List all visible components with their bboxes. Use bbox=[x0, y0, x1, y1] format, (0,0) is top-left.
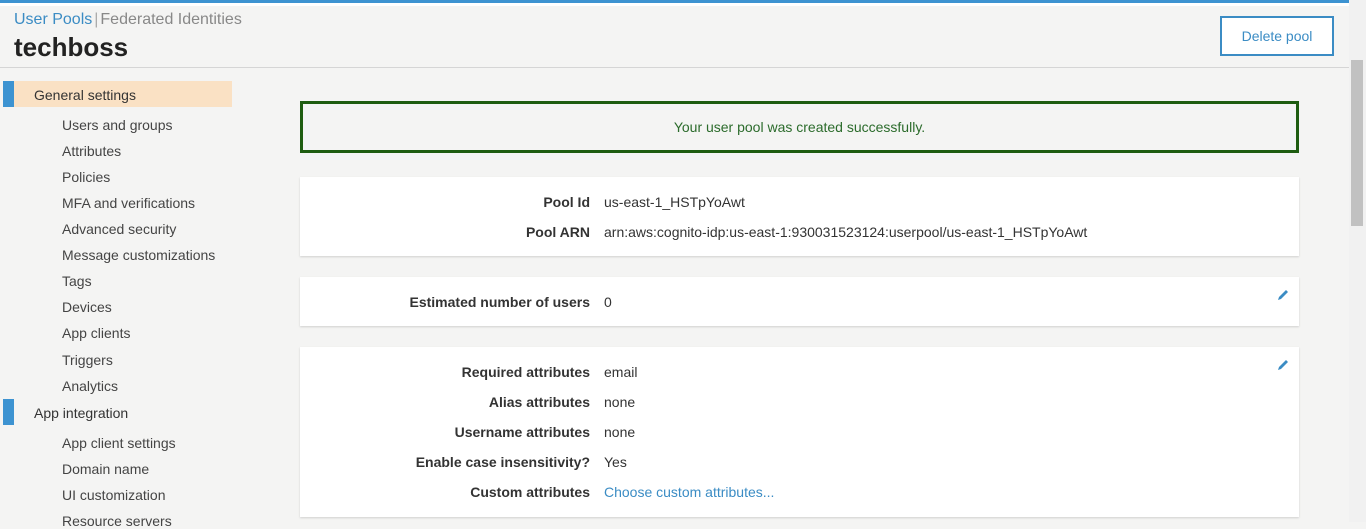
pool-info-card: Pool Id us-east-1_HSTpYoAwt Pool ARN arn… bbox=[300, 177, 1299, 256]
sidebar-item-app-client-settings[interactable]: App client settings bbox=[62, 435, 176, 451]
pool-id-label: Pool Id bbox=[543, 194, 590, 210]
sidebar-item-attributes[interactable]: Attributes bbox=[62, 143, 121, 159]
sidebar-item-policies[interactable]: Policies bbox=[62, 169, 110, 185]
vertical-scrollbar[interactable] bbox=[1349, 0, 1366, 522]
sidebar-item-tags[interactable]: Tags bbox=[62, 273, 92, 289]
pool-arn-label: Pool ARN bbox=[525, 224, 590, 240]
alias-attributes-value: none bbox=[604, 394, 636, 410]
sidebar-item-analytics[interactable]: Analytics bbox=[62, 378, 118, 394]
username-attributes-label: Username attributes bbox=[454, 424, 590, 440]
page-title: techboss bbox=[14, 32, 129, 62]
custom-attributes-label: Custom attributes bbox=[470, 484, 590, 500]
sidebar-item-triggers[interactable]: Triggers bbox=[62, 352, 113, 368]
success-banner: Your user pool was created successfully. bbox=[300, 101, 1299, 153]
username-attributes-value: none bbox=[604, 424, 636, 440]
sidebar-item-mfa-and-verifications[interactable]: MFA and verifications bbox=[62, 195, 195, 211]
sidebar-item-app-clients[interactable]: App clients bbox=[62, 325, 130, 341]
sidebar-section-general-settings[interactable]: General settings bbox=[0, 81, 240, 108]
case-insensitivity-value: Yes bbox=[604, 454, 627, 470]
sidebar-item-resource-servers[interactable]: Resource servers bbox=[62, 513, 172, 529]
scrollbar-thumb[interactable] bbox=[1351, 60, 1363, 226]
breadcrumb-federated-identities[interactable]: Federated Identities bbox=[100, 11, 241, 28]
users-card: Estimated number of users 0 bbox=[300, 277, 1299, 326]
choose-custom-attributes-link[interactable]: Choose custom attributes... bbox=[604, 484, 774, 500]
breadcrumb-user-pools[interactable]: User Pools bbox=[14, 11, 92, 28]
sidebar-item-devices[interactable]: Devices bbox=[62, 299, 112, 315]
sidebar-item-users-and-groups[interactable]: Users and groups bbox=[62, 117, 173, 133]
estimated-users-label: Estimated number of users bbox=[409, 294, 591, 310]
required-attributes-label: Required attributes bbox=[461, 364, 590, 380]
edit-pencil-icon[interactable] bbox=[1276, 288, 1290, 302]
sidebar-item-domain-name[interactable]: Domain name bbox=[62, 461, 149, 477]
sidebar-section-app-integration[interactable]: App integration bbox=[0, 399, 240, 426]
sidebar-item-ui-customization[interactable]: UI customization bbox=[62, 487, 165, 503]
sidebar-item-message-customizations[interactable]: Message customizations bbox=[62, 247, 215, 263]
attributes-card: Required attributes email Alias attribut… bbox=[300, 347, 1299, 517]
estimated-users-value: 0 bbox=[604, 294, 612, 310]
sidebar-item-advanced-security[interactable]: Advanced security bbox=[62, 221, 176, 237]
sidebar-section-label: General settings bbox=[34, 87, 136, 103]
case-insensitivity-label: Enable case insensitivity? bbox=[415, 454, 590, 470]
breadcrumb-separator: | bbox=[94, 11, 99, 28]
alias-attributes-label: Alias attributes bbox=[488, 394, 590, 410]
page-header: User Pools | Federated Identities techboss… bbox=[0, 6, 1349, 68]
pool-id-value: us-east-1_HSTpYoAwt bbox=[604, 194, 745, 210]
pool-arn-value: arn:aws:cognito-idp:us-east-1:9300315231… bbox=[604, 224, 1088, 240]
breadcrumb: User Pools | Federated Identities bbox=[14, 11, 242, 29]
edit-pencil-icon[interactable] bbox=[1276, 358, 1290, 372]
sidebar-section-label: App integration bbox=[34, 405, 129, 421]
required-attributes-value: email bbox=[604, 364, 638, 380]
section-marker bbox=[3, 399, 14, 425]
section-marker bbox=[3, 81, 14, 107]
delete-pool-button[interactable]: Delete pool bbox=[1220, 16, 1334, 56]
